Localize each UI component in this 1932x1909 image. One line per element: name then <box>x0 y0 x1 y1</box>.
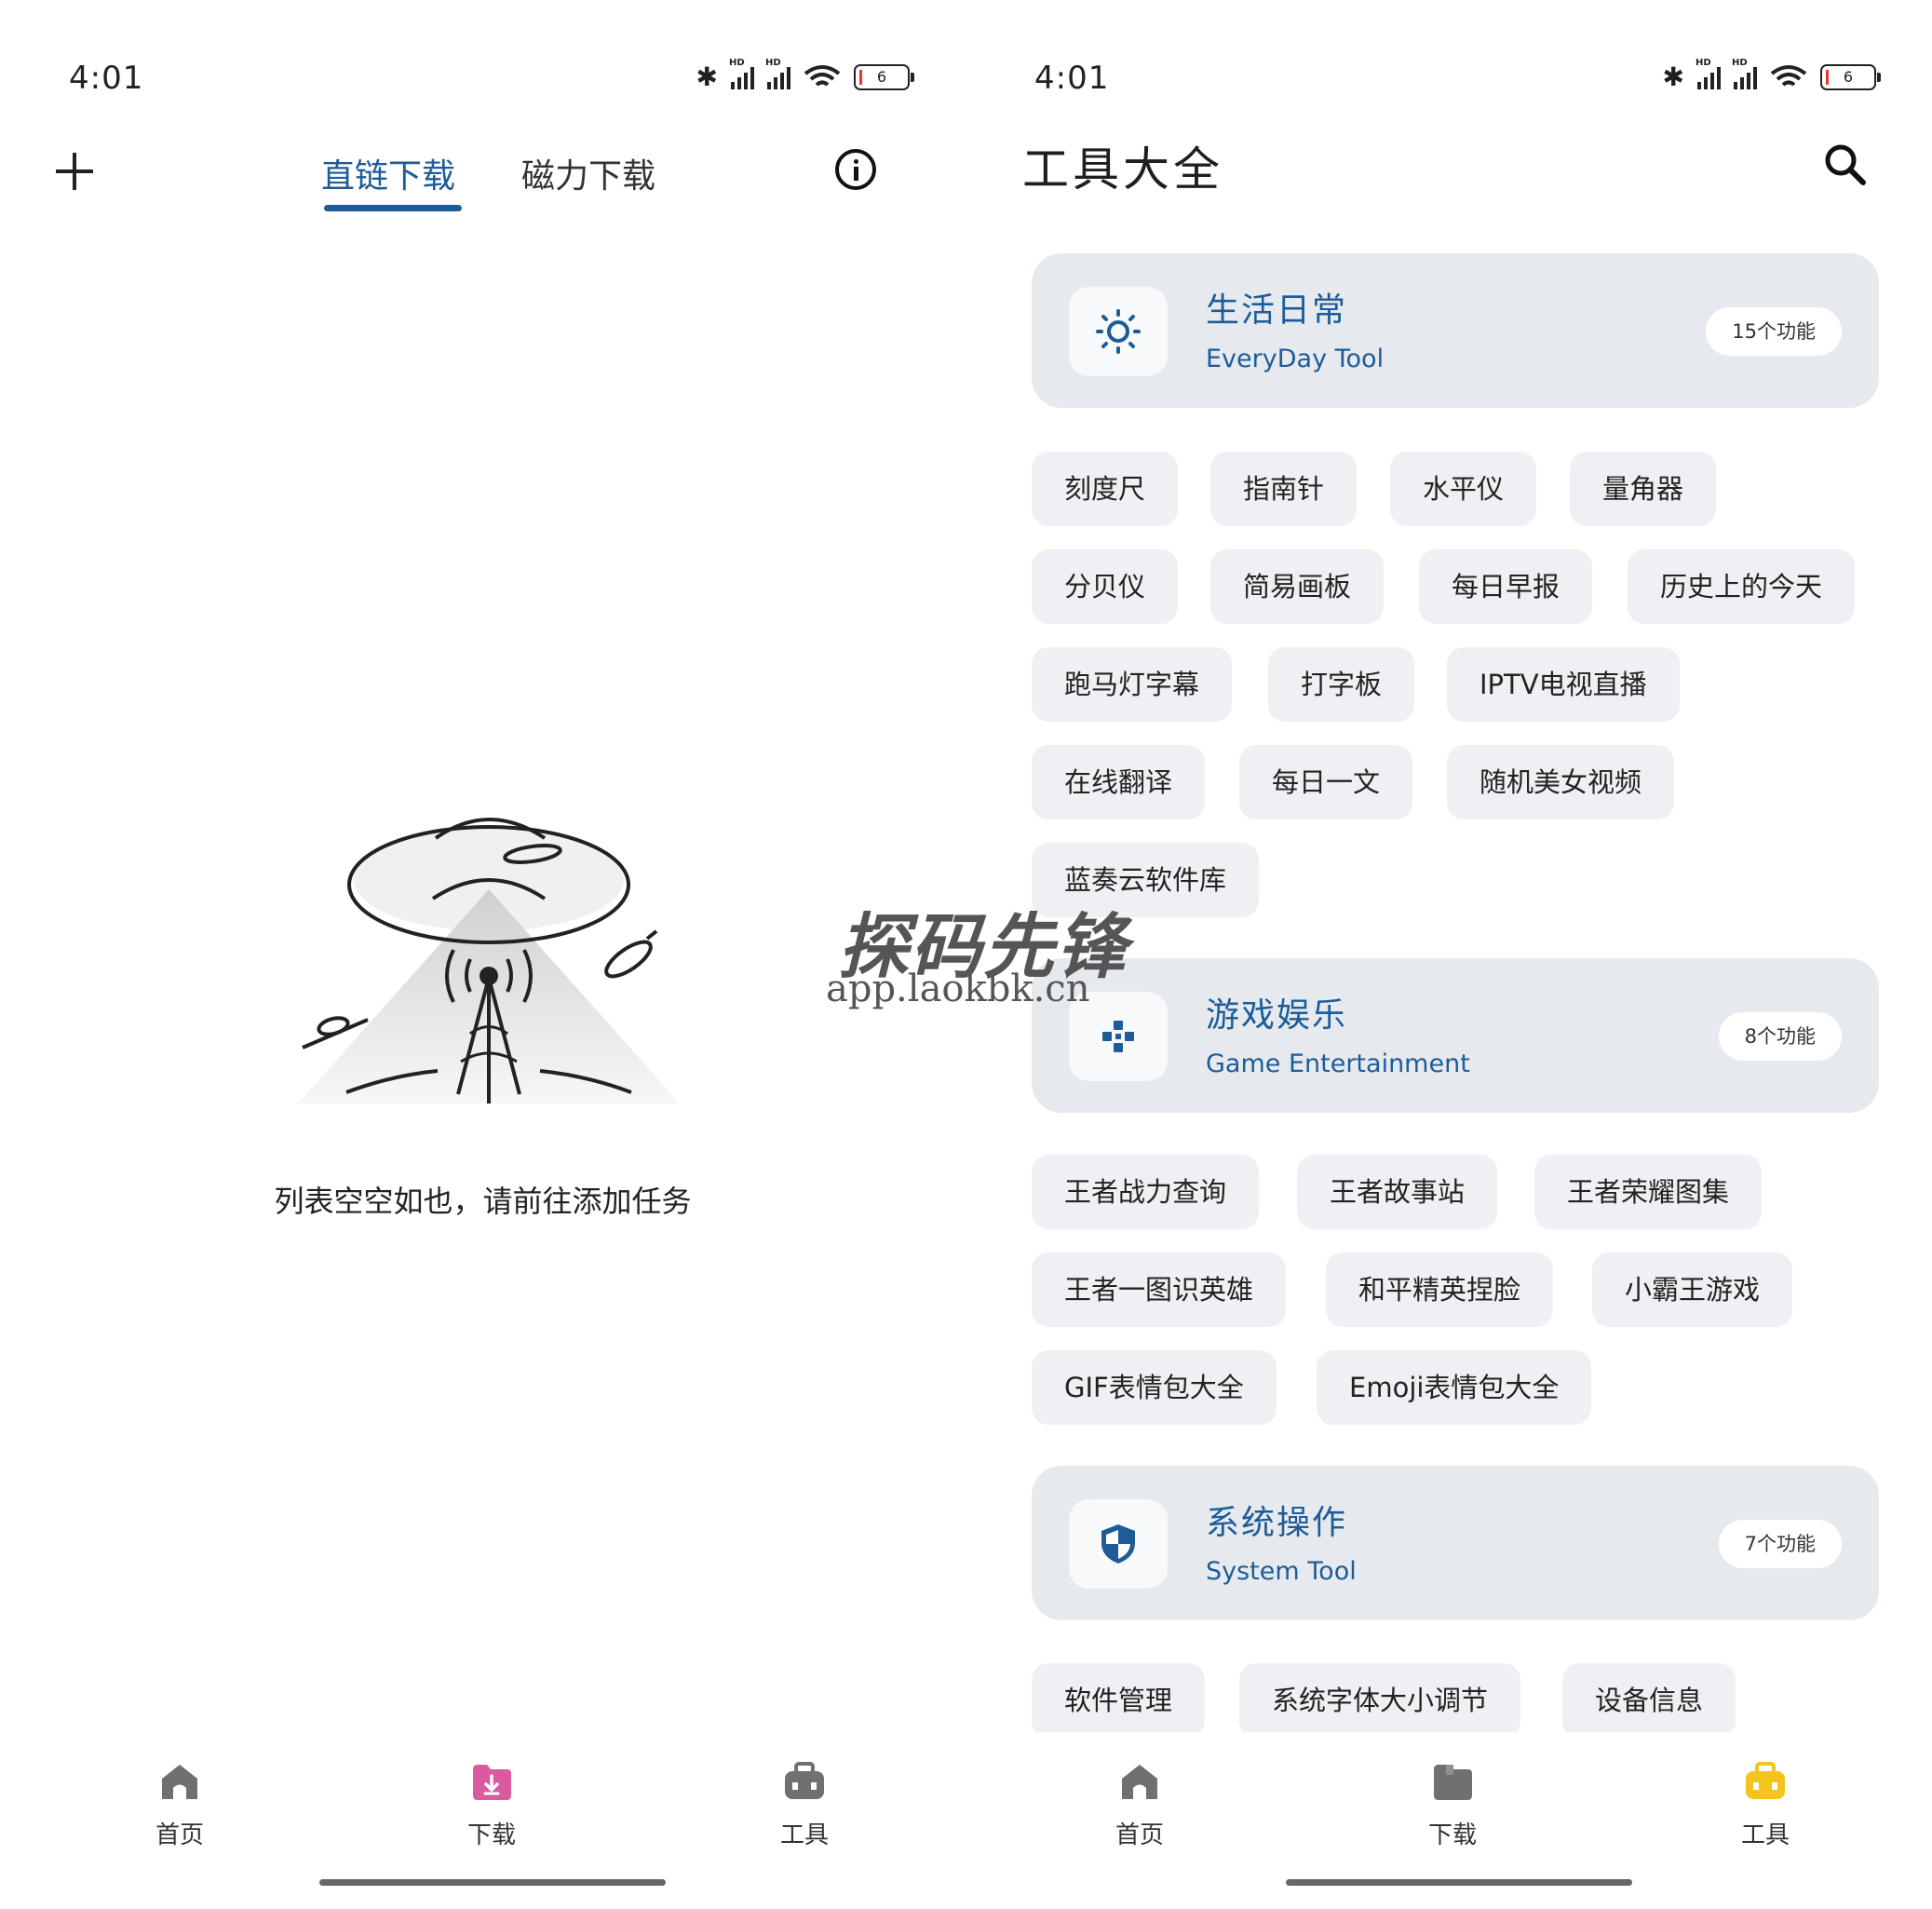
nav-download[interactable]: 下载 <box>399 1760 585 1850</box>
toolbox-icon <box>785 1762 824 1799</box>
signal-icon: HD <box>729 58 754 89</box>
nav-home[interactable]: 首页 <box>87 1760 273 1850</box>
nav-tools[interactable]: 工具 <box>1672 1760 1858 1850</box>
signal-icon: HD <box>765 58 790 89</box>
nav-download[interactable]: 下载 <box>1359 1760 1546 1850</box>
nav-download-label: 下载 <box>466 1821 516 1849</box>
home-icon <box>1122 1765 1157 1799</box>
home-icon <box>162 1765 197 1799</box>
add-task-button[interactable] <box>54 151 95 192</box>
download-folder-icon <box>473 1765 511 1800</box>
nav-home[interactable]: 首页 <box>1047 1760 1233 1850</box>
home-indicator <box>319 1879 666 1886</box>
bottom-nav: 首页 下载 工具 <box>0 1760 966 1862</box>
download-header: 直链下载 磁力下载 <box>0 140 966 223</box>
wifi-icon <box>804 64 841 87</box>
nav-home-label: 首页 <box>1115 1821 1164 1849</box>
tab-magnet-download[interactable]: 磁力下载 <box>521 149 655 197</box>
folder-icon <box>1434 1765 1472 1800</box>
nav-home-label: 首页 <box>155 1821 204 1849</box>
empty-illustration <box>298 818 680 1103</box>
bottom-nav: 首页 下载 工具 <box>966 1760 1932 1862</box>
bluetooth-icon: ✱ <box>696 61 718 92</box>
tool-chip[interactable]: 设备信息 <box>1562 1663 1736 1732</box>
toolbox-icon <box>1746 1762 1785 1799</box>
info-icon[interactable] <box>835 149 876 190</box>
nav-tools[interactable]: 工具 <box>711 1760 898 1850</box>
tool-chip[interactable]: 系统字体大小调节 <box>1239 1663 1521 1732</box>
tools-screen: 4:01 ✱ HD HD 6 工具大全 生活日常 EveryDay Tool 1… <box>966 0 1932 1909</box>
status-time: 4:01 <box>69 60 144 97</box>
empty-message: 列表空空如也，请前往添加任务 <box>274 1184 692 1219</box>
tab-direct-download[interactable]: 直链下载 <box>321 149 455 197</box>
nav-download-label: 下载 <box>1427 1821 1477 1849</box>
battery-icon: 6 <box>854 63 914 90</box>
tool-chip[interactable]: 软件管理 <box>1032 1663 1206 1732</box>
home-indicator <box>1286 1879 1632 1886</box>
nav-tools-label: 工具 <box>779 1821 829 1849</box>
status-bar: 4:01 ✱ HD HD 6 <box>69 56 914 101</box>
nav-tools-label: 工具 <box>1740 1821 1790 1849</box>
download-screen: 4:01 ✱ HD HD 6 直链下载 磁力下载 列表空空如也，请前往添加任务 … <box>0 0 966 1909</box>
tool-chip-group: 软件管理 系统字体大小调节 设备信息 <box>1032 0 1888 1732</box>
status-icons: ✱ HD HD 6 <box>696 58 914 92</box>
tab-indicator <box>324 205 462 211</box>
